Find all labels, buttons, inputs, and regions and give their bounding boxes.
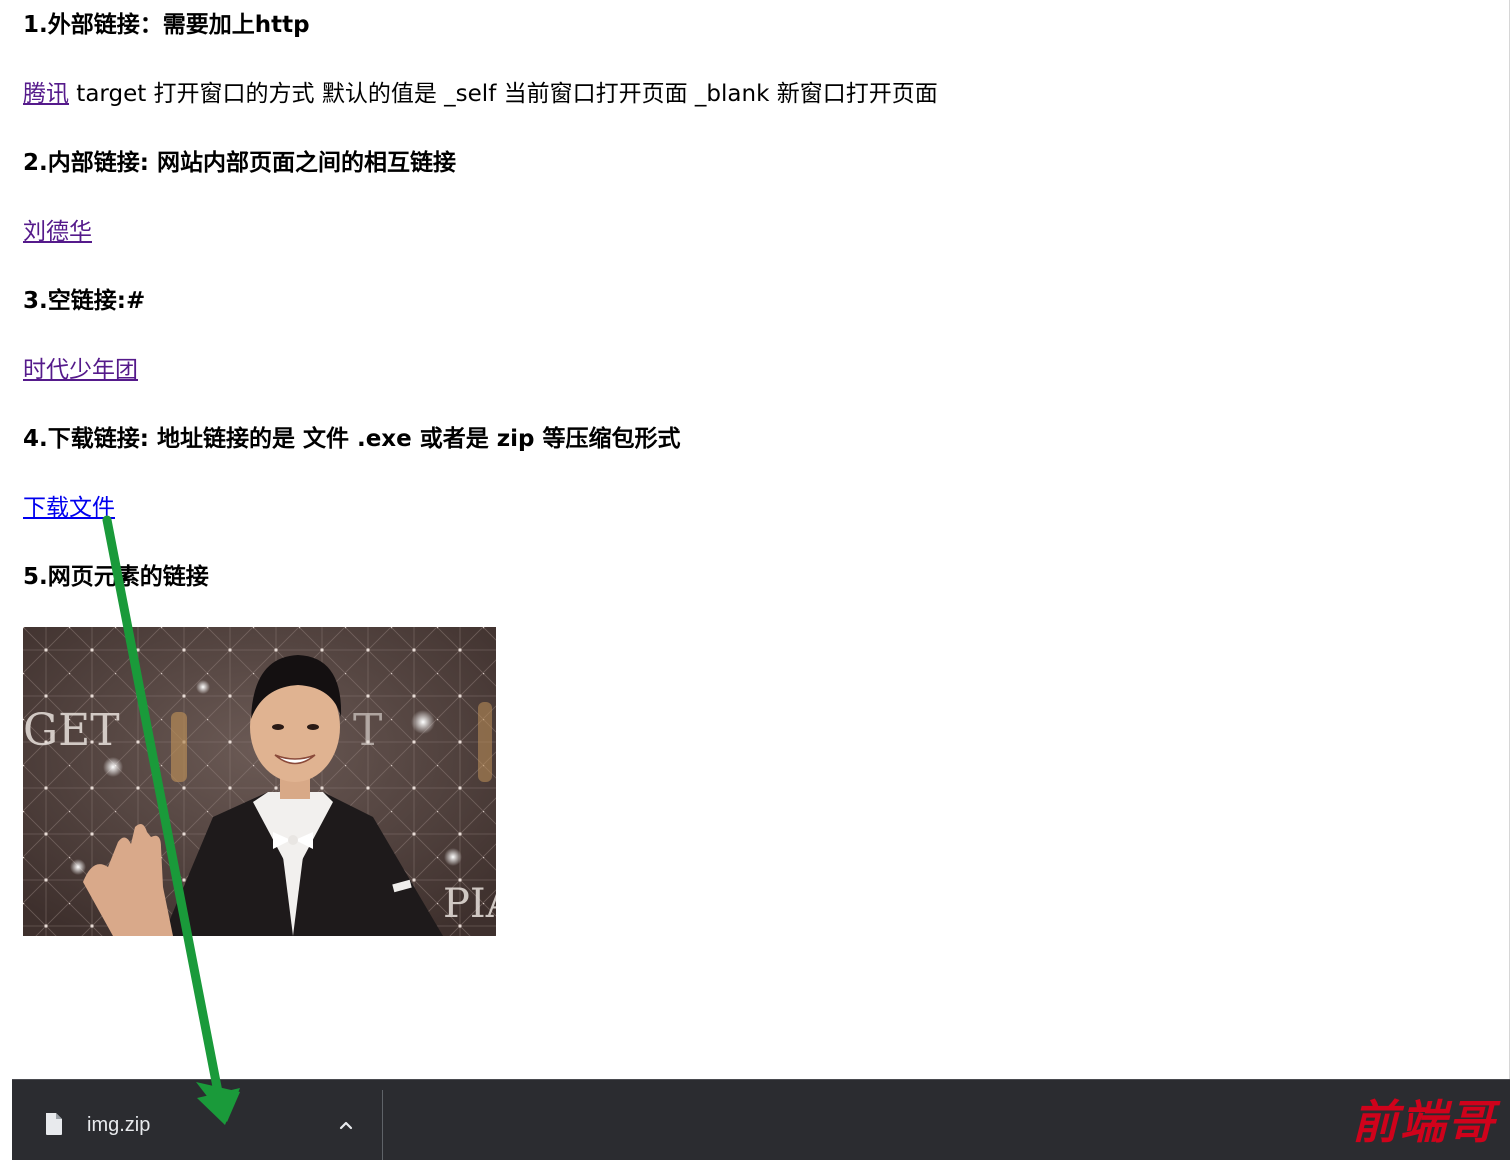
watermark-logo: 前端哥	[1352, 1095, 1496, 1149]
heading-download-link: 4.下载链接: 地址链接的是 文件 .exe 或者是 zip 等压缩包形式	[23, 426, 681, 452]
linked-photo[interactable]: GET T PIA P	[23, 627, 496, 936]
download-file-link[interactable]: 下载文件	[23, 495, 115, 521]
download-shelf: img.zip 前端哥	[12, 1079, 1510, 1160]
download-line: 下载文件	[23, 493, 115, 523]
photo-image: GET T PIA P	[23, 627, 496, 936]
download-file-name: img.zip	[87, 1114, 151, 1136]
chevron-up-icon[interactable]	[334, 1114, 358, 1138]
tfboys-line: 时代少年团	[23, 355, 138, 385]
tencent-link[interactable]: 腾讯	[23, 81, 69, 107]
liudehua-line: 刘德华	[23, 217, 92, 247]
download-item-img-zip[interactable]: img.zip	[12, 1080, 382, 1160]
tencent-line: 腾讯 target 打开窗口的方式 默认的值是 _self 当前窗口打开页面 _…	[23, 79, 938, 109]
heading-external-link: 1.外部链接：需要加上http	[23, 12, 310, 38]
download-divider	[382, 1090, 383, 1160]
heading-empty-link: 3.空链接:#	[23, 288, 146, 314]
svg-text:GET: GET	[23, 705, 120, 756]
svg-text:T: T	[353, 705, 382, 756]
heading-element-link: 5.网页元素的链接	[23, 564, 209, 590]
target-note: target 打开窗口的方式 默认的值是 _self 当前窗口打开页面 _bla…	[69, 81, 938, 107]
browser-page: 1.外部链接：需要加上http 腾讯 target 打开窗口的方式 默认的值是 …	[0, 0, 1510, 1080]
file-icon	[46, 1113, 62, 1135]
tfboys-link[interactable]: 时代少年团	[23, 357, 138, 383]
liudehua-link[interactable]: 刘德华	[23, 219, 92, 245]
heading-internal-link: 2.内部链接: 网站内部页面之间的相互链接	[23, 150, 456, 176]
svg-text:PIA: PIA	[443, 881, 496, 927]
